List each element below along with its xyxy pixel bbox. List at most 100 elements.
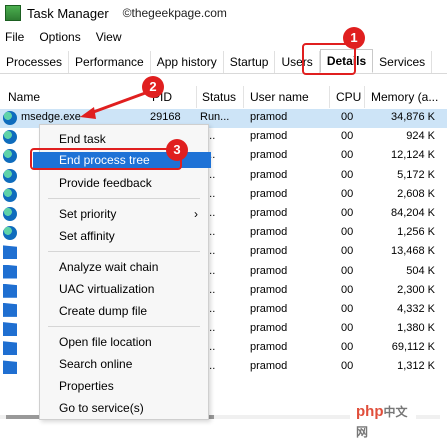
process-user: pramod — [250, 111, 288, 123]
app-process-icon — [3, 302, 17, 317]
process-cpu: 00 — [341, 111, 354, 123]
annotation-box-end-process-tree — [30, 148, 182, 170]
process-memory: 4,332 K — [397, 302, 435, 315]
process-memory: 2,300 K — [397, 283, 435, 296]
process-cpu: 00 — [341, 341, 354, 354]
process-pid: 29168 — [150, 111, 181, 123]
process-cpu: 00 — [341, 302, 354, 315]
menu-bar: File Options View — [0, 26, 132, 48]
menu-item-end-task[interactable]: End task — [59, 132, 106, 146]
edge-process-icon — [3, 226, 17, 241]
process-name: msedge.exe — [21, 111, 81, 123]
column-divider — [329, 86, 330, 108]
edge-process-icon — [3, 168, 17, 183]
process-memory: 34,876 K — [390, 111, 435, 123]
process-cpu: 00 — [341, 226, 354, 239]
edge-process-icon — [3, 111, 17, 125]
edge-process-icon — [3, 206, 17, 221]
process-memory: 12,124 K — [390, 149, 435, 162]
process-cpu: 00 — [341, 360, 354, 373]
process-user: pramod — [250, 168, 288, 181]
process-user: pramod — [250, 360, 288, 373]
menu-item-set-affinity[interactable]: Set affinity — [59, 229, 115, 243]
process-user: pramod — [250, 302, 288, 315]
window-title: Task Manager — [27, 5, 109, 21]
task-manager-icon — [5, 5, 21, 21]
process-memory: 1,380 K — [397, 322, 435, 335]
column-cpu[interactable]: CPU — [336, 90, 361, 104]
process-user: pramod — [250, 264, 288, 277]
tab-processes[interactable]: Processes — [0, 51, 70, 73]
process-cpu: 00 — [341, 283, 354, 296]
process-cpu: 00 — [341, 149, 354, 162]
tab-services[interactable]: Services — [373, 51, 433, 73]
tab-strip: Processes Performance App history Startu… — [0, 48, 447, 74]
process-user: pramod — [250, 149, 288, 162]
process-user: pramod — [250, 322, 288, 335]
app-process-icon — [3, 360, 17, 375]
menu-separator — [48, 326, 200, 327]
menu-item-properties[interactable]: Properties — [59, 379, 114, 393]
watermark: ©thegeekpage.com — [122, 6, 227, 20]
column-status[interactable]: Status — [202, 90, 236, 104]
process-status: Run... — [200, 111, 230, 123]
column-header-row: Name PID Status User name CPU Memory (a.… — [0, 86, 447, 108]
edge-process-icon — [3, 130, 17, 145]
app-process-icon — [3, 322, 17, 337]
process-user: pramod — [250, 341, 288, 354]
process-user: pramod — [250, 245, 288, 258]
process-cpu: 00 — [341, 187, 354, 200]
process-user: pramod — [250, 283, 288, 296]
menu-item-open-file-location[interactable]: Open file location — [59, 335, 152, 349]
menu-view[interactable]: View — [96, 30, 122, 44]
callout-badge-1: 1 — [343, 27, 365, 49]
menu-item-search-online[interactable]: Search online — [59, 357, 132, 371]
menu-separator — [48, 198, 200, 199]
title-bar: Task Manager ©thegeekpage.com — [0, 0, 447, 26]
tab-startup[interactable]: Startup — [224, 51, 276, 73]
submenu-arrow-icon: › — [194, 207, 198, 221]
menu-item-uac-virtualization[interactable]: UAC virtualization — [59, 282, 154, 296]
tab-performance[interactable]: Performance — [69, 51, 151, 73]
process-memory: 69,112 K — [391, 341, 435, 354]
process-memory: 2,608 K — [397, 187, 435, 200]
process-memory: 5,172 K — [397, 168, 435, 181]
process-memory: 13,468 K — [390, 245, 435, 258]
column-divider — [364, 86, 365, 108]
process-memory: 924 K — [406, 130, 435, 143]
menu-item-provide-feedback[interactable]: Provide feedback — [59, 176, 152, 190]
annotation-box-details-tab — [302, 43, 356, 75]
process-memory: 1,312 K — [397, 360, 435, 373]
process-cpu: 00 — [341, 245, 354, 258]
process-cpu: 00 — [341, 322, 354, 335]
process-cpu: 00 — [341, 168, 354, 181]
column-divider — [243, 86, 244, 108]
column-divider — [196, 86, 197, 108]
edge-process-icon — [3, 187, 17, 202]
process-cpu: 00 — [341, 130, 354, 143]
process-user: pramod — [250, 187, 288, 200]
menu-item-analyze-wait-chain[interactable]: Analyze wait chain — [59, 260, 158, 274]
process-memory: 1,256 K — [397, 226, 435, 239]
process-cpu: 00 — [341, 206, 354, 219]
process-user: pramod — [250, 226, 288, 239]
php-logo-prefix: php — [356, 403, 384, 420]
menu-file[interactable]: File — [5, 30, 24, 44]
menu-item-go-to-services[interactable]: Go to service(s) — [59, 401, 144, 415]
menu-item-set-priority[interactable]: Set priority — [59, 207, 116, 221]
column-user-name[interactable]: User name — [250, 90, 309, 104]
app-process-icon — [3, 264, 17, 279]
process-user: pramod — [250, 206, 288, 219]
column-memory[interactable]: Memory (a... — [371, 90, 438, 104]
process-memory: 84,204 K — [390, 206, 435, 219]
menu-item-create-dump-file[interactable]: Create dump file — [59, 304, 147, 318]
app-process-icon — [3, 341, 17, 356]
process-cpu: 00 — [341, 264, 354, 277]
tab-app-history[interactable]: App history — [151, 51, 224, 73]
menu-options[interactable]: Options — [39, 30, 80, 44]
app-process-icon — [3, 283, 17, 298]
callout-badge-2: 2 — [142, 76, 164, 98]
column-name[interactable]: Name — [8, 90, 40, 104]
callout-badge-3: 3 — [166, 139, 188, 161]
edge-process-icon — [3, 149, 17, 164]
